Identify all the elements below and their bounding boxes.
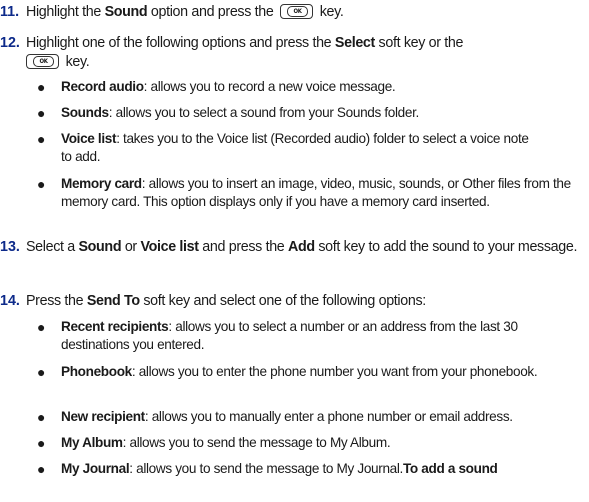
bullet-icon: ● [37,409,46,425]
list-item: ● Memory card: allows you to insert an i… [37,176,571,209]
step-number: 12. [0,35,20,51]
step-text: Highlight one of the following options a… [26,35,464,70]
step-text: Highlight the Sound option and press the… [26,4,344,20]
list-item: ● Record audio: allows you to record a n… [37,79,396,95]
list-item: ● My Album: allows you to send the messa… [37,435,391,451]
ok-key-icon: OK [280,4,314,19]
bullet-icon: ● [37,461,46,477]
ok-key-icon: OK [26,54,59,69]
step-text: Press the Send To soft key and select on… [26,293,426,309]
bullet-icon: ● [37,364,46,380]
bullet-icon: ● [37,176,46,192]
step-number: 14. [0,293,20,309]
step-number: 13. [0,239,20,255]
term-sound: Sound [104,4,148,20]
section-heading-trail: To add a sound [402,461,498,476]
bullet-icon: ● [37,435,46,451]
bullet-icon: ● [37,131,46,147]
step-number: 11. [0,4,20,20]
step-text: Select a Sound or Voice list and press t… [26,239,578,255]
list-item: ● My Journal: allows you to send the mes… [37,461,498,477]
step-11: 11. Highlight the Sound option and press… [0,3,585,22]
manual-page: 11. Highlight the Sound option and press… [0,0,589,502]
bullet-icon: ● [37,105,46,121]
list-item: ● Sounds: allows you to select a sound f… [37,105,419,121]
term-select: Select [334,35,375,51]
step-12: 12. Highlight one of the following optio… [0,34,585,72]
list-item: ● New recipient: allows you to manually … [37,409,513,425]
list-item: ● Voice list: takes you to the Voice lis… [37,131,529,164]
bullet-icon: ● [37,79,46,95]
list-item: ● Phonebook: allows you to enter the pho… [37,364,538,380]
step-13: 13. Select a Sound or Voice list and pre… [0,238,585,257]
bullet-icon: ● [37,319,46,335]
list-item: ● Recent recipients: allows you to selec… [37,319,518,352]
step-14: 14. Press the Send To soft key and selec… [0,292,585,311]
